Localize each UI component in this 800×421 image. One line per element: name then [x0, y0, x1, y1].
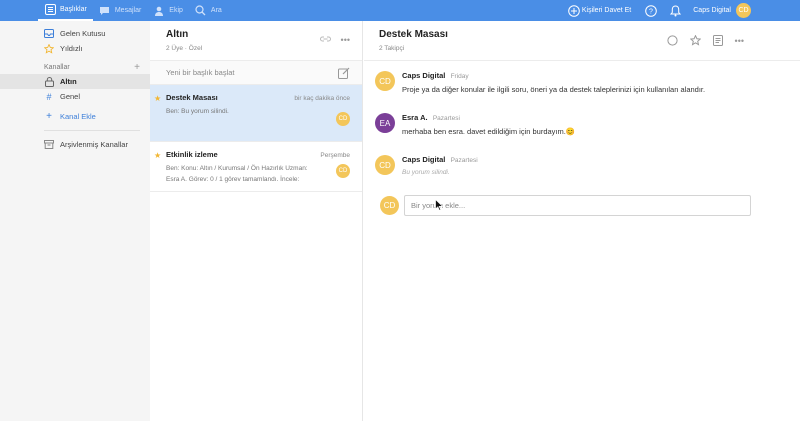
complete-circle-icon[interactable]: [666, 35, 678, 46]
sidebar: Gelen Kutusu Yıldızlı Kanallar + Altın #…: [0, 21, 150, 421]
nav-topics[interactable]: Başlıklar: [38, 0, 93, 21]
more-options-icon[interactable]: •••: [341, 35, 350, 45]
sidebar-item-label: Arşivlenmiş Kanallar: [60, 140, 128, 149]
hash-icon: #: [46, 91, 52, 102]
sidebar-item-label: Altın: [60, 77, 77, 86]
topic-followers[interactable]: 2 Takipçi: [379, 45, 800, 52]
sidebar-divider: [44, 130, 140, 131]
comment-input[interactable]: [404, 195, 751, 216]
channel-header-actions: •••: [310, 35, 350, 45]
add-channel-plus-icon[interactable]: +: [134, 62, 140, 73]
compose-icon[interactable]: [338, 67, 350, 79]
top-bar-right: Kişileri Davet Et ? Caps Digital CD: [568, 3, 800, 18]
topic-time: Perşembe: [320, 152, 350, 159]
notes-icon[interactable]: [712, 35, 723, 46]
message-item: CD Caps Digital Friday Proje ya da diğer…: [364, 71, 800, 105]
mouse-cursor-icon: [435, 199, 443, 211]
topic-header: Destek Masası 2 Takipçi •••: [364, 21, 800, 61]
svg-text:?: ?: [649, 8, 653, 15]
message-author[interactable]: Caps Digital: [402, 71, 445, 80]
avatar: CD: [380, 196, 399, 215]
topics-icon: [44, 4, 56, 16]
avatar: CD: [375, 155, 395, 175]
topic-preview: Ben: Konu: Altın / Kurumsal / Ön Hazırlı…: [166, 165, 308, 183]
new-topic-input[interactable]: Yeni bir başlık başlat: [150, 61, 362, 85]
topic-preview: Ben: Bu yorum silindi.: [166, 108, 229, 115]
topic-list-panel: Altın 2 Üye · Özel ••• Yeni bir başlık b…: [150, 21, 363, 421]
star-icon: [44, 43, 54, 54]
more-options-icon[interactable]: •••: [735, 36, 744, 46]
topic-item[interactable]: ★ Etkinlik izleme Perşembe Ben: Konu: Al…: [150, 142, 362, 192]
topic-item[interactable]: ★ Destek Masası bir kaç dakika önce Ben:…: [150, 85, 362, 142]
channel-privacy: Özel: [188, 45, 203, 52]
add-channel-label: Kanal Ekle: [60, 112, 96, 121]
plus-circle-icon: [568, 4, 580, 17]
top-bar: Başlıklar Mesajlar Ekip Ara Kişileri Dav…: [0, 0, 800, 21]
avatar: EA: [375, 113, 395, 133]
nav-messages-label: Mesajlar: [114, 7, 142, 14]
sidebar-item-starred[interactable]: Yıldızlı: [0, 41, 150, 56]
sidebar-item-channel-genel[interactable]: # Genel: [0, 89, 150, 104]
message-deleted-text: Bu yorum silindi.: [402, 169, 450, 176]
sidebar-item-archived[interactable]: Arşivlenmiş Kanallar: [0, 137, 150, 152]
nav-team[interactable]: Ekip: [147, 0, 189, 21]
user-name[interactable]: Caps Digital: [693, 7, 731, 14]
sidebar-item-channel-altin[interactable]: Altın: [0, 74, 150, 89]
plus-icon: +: [46, 111, 52, 122]
message-text: Proje ya da diğer konular ile ilgili sor…: [402, 85, 706, 94]
sidebar-item-label: Genel: [60, 92, 81, 101]
nav-topics-label: Başlıklar: [60, 6, 87, 13]
star-icon[interactable]: ★: [154, 151, 161, 160]
message-item: EA Esra A. Pazartesi merhaba ben esra. d…: [364, 113, 800, 147]
messages-icon: [99, 5, 111, 17]
message-item: CD Caps Digital Pazartesi Bu yorum silin…: [364, 155, 800, 189]
message-author[interactable]: Caps Digital: [402, 155, 445, 164]
avatar: CD: [336, 164, 350, 178]
avatar: CD: [336, 112, 350, 126]
invite-button[interactable]: Kişileri Davet Et: [568, 4, 632, 17]
message-time: Friday: [450, 73, 469, 80]
channels-header: Kanallar +: [0, 60, 150, 74]
channel-members[interactable]: 2 Üye: [166, 45, 183, 52]
inbox-icon: [44, 29, 54, 39]
link-icon[interactable]: [319, 35, 331, 45]
invite-label: Kişileri Davet Et: [581, 7, 632, 14]
star-icon[interactable]: ★: [154, 94, 161, 103]
search-icon: [195, 5, 207, 17]
sidebar-item-label: Gelen Kutusu: [60, 29, 106, 38]
star-icon[interactable]: [689, 35, 701, 46]
message-author[interactable]: Esra A.: [402, 113, 428, 122]
nav-search[interactable]: Ara: [189, 0, 228, 21]
topic-detail-panel: Destek Masası 2 Takipçi ••• CD Caps Digi…: [364, 21, 800, 421]
user-avatar[interactable]: CD: [736, 3, 751, 18]
channel-subtitle: 2 Üye · Özel: [166, 45, 362, 52]
sidebar-item-label: Yıldızlı: [60, 44, 83, 53]
bell-icon[interactable]: [668, 4, 682, 18]
nav-messages[interactable]: Mesajlar: [93, 0, 147, 21]
new-topic-placeholder: Yeni bir başlık başlat: [166, 68, 235, 77]
archive-icon: [44, 140, 54, 150]
team-icon: [153, 5, 165, 17]
help-icon[interactable]: ?: [644, 4, 658, 18]
message-time: Pazartesi: [432, 115, 460, 122]
topic-time: bir kaç dakika önce: [294, 95, 350, 102]
message-time: Pazartesi: [450, 157, 478, 164]
lock-icon: [44, 76, 54, 87]
nav-team-label: Ekip: [169, 7, 183, 14]
topic-header-actions: •••: [655, 35, 744, 46]
nav-search-label: Ara: [210, 7, 222, 14]
channel-header: Altın 2 Üye · Özel •••: [150, 21, 362, 61]
channels-header-label: Kanallar: [44, 63, 70, 71]
sidebar-item-inbox[interactable]: Gelen Kutusu: [0, 26, 150, 41]
avatar: CD: [375, 71, 395, 91]
add-channel-button[interactable]: + Kanal Ekle: [0, 109, 150, 124]
message-text: merhaba ben esra. davet edildiğim için b…: [402, 127, 576, 136]
